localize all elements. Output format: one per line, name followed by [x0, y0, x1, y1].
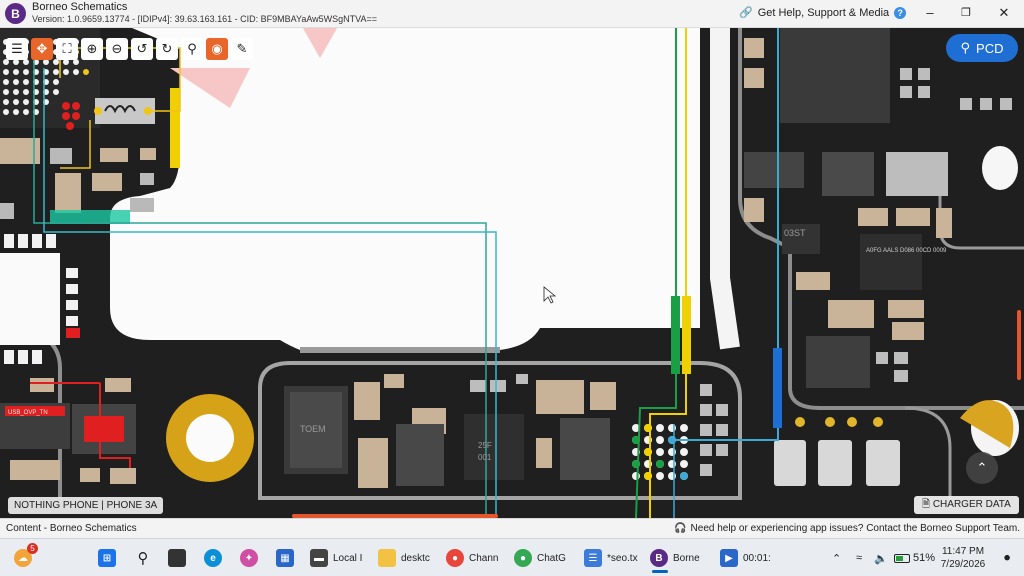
search-icon[interactable]: ⚲ [181, 38, 203, 60]
rotate-left-icon[interactable]: ↺ [131, 38, 153, 60]
taskbar-app-recorder[interactable]: ▶ 00:01: [720, 543, 776, 573]
taskbar-app-chrome-1[interactable]: ● Chann [446, 543, 502, 573]
taskbar-app-label: Chann [469, 552, 499, 564]
notification-badge: 5 [27, 543, 38, 554]
status-text: Content - Borneo Schematics [6, 523, 137, 534]
pcb-board-image: USB_OVP_TN 03ST ТОЕМ 25F 001 A0FG AALS D… [0, 28, 1024, 518]
chrome-icon: ● [446, 549, 464, 567]
scroll-to-top-button[interactable]: ⌃ [966, 452, 998, 484]
document-icon: 🗎 [922, 499, 931, 510]
help-link-label: Get Help, Support & Media [757, 6, 890, 19]
taskbar-app-label: Borne [673, 552, 700, 564]
taskbar-app-label: *seo.tx [607, 552, 638, 564]
taskbar-app-notepad[interactable]: ☰ *seo.tx [584, 543, 638, 573]
version-info: Version: 1.0.9659.13774 - [IDIPv4]: 39.6… [32, 14, 378, 24]
charger-data-button[interactable]: 🗎 CHARGER DATA [914, 496, 1019, 514]
windows-start-icon: ⊞ [98, 549, 116, 567]
search-icon: ⚲ [137, 550, 149, 567]
wifi-icon[interactable]: ≈ [856, 543, 862, 573]
windows-taskbar: ☁ 5 ⊞ ⚲ e ✦ ▦ ▬ Local I desktc ● Chann ●… [0, 538, 1024, 576]
copilot-icon: ✦ [240, 549, 258, 567]
usb-ovp-label: USB_OVP_TN [8, 410, 48, 416]
taskbar-app-label: 00:01: [743, 552, 771, 564]
support-message[interactable]: 🎧 Need help or experiencing app issues? … [674, 523, 1020, 534]
taskbar-app-borneo[interactable]: B Borne [650, 543, 704, 573]
vertical-scrollbar[interactable] [1017, 310, 1021, 380]
minimize-button[interactable]: – [920, 4, 940, 22]
pcd-button[interactable]: ⚲ PCD [946, 34, 1018, 62]
pen-icon[interactable]: ✎ [231, 38, 253, 60]
window-title: Borneo Schematics [32, 1, 128, 13]
notepad-icon: ☰ [584, 549, 602, 567]
video-icon: ▶ [720, 549, 738, 567]
support-message-text: Need help or experiencing app issues? Co… [690, 523, 1020, 534]
copilot-button[interactable]: ✦ [240, 543, 258, 573]
search-button[interactable]: ⚲ [134, 543, 152, 573]
view-toolbar: ☰ ✥ ⛶ ⊕ ⊖ ↺ ↻ ⚲ ◉ ✎ [6, 38, 253, 60]
clock-date: 7/29/2026 [940, 559, 986, 570]
task-view-button[interactable] [168, 543, 186, 573]
start-button[interactable]: ⊞ [98, 543, 116, 573]
help-question-icon: ? [894, 6, 907, 19]
headset-icon: 🎧 [674, 523, 687, 534]
system-clock[interactable]: 11:47 PM 7/29/2026 [928, 545, 998, 571]
maximize-button[interactable]: ❐ [956, 4, 976, 22]
close-button[interactable]: ✕ [994, 4, 1014, 22]
crosshair-icon[interactable]: ✥ [31, 38, 53, 60]
borneo-icon: B [650, 549, 668, 567]
store-icon: ▦ [276, 549, 294, 567]
zoom-in-icon[interactable]: ⊕ [81, 38, 103, 60]
mouse-mode-icon[interactable]: ◉ [206, 38, 228, 60]
title-bar: B Borneo Schematics Version: 1.0.9659.13… [0, 0, 1024, 28]
device-model-label: NOTHING PHONE | PHONE 3A [8, 497, 164, 514]
chip-marking-001: 001 [478, 453, 492, 462]
charger-data-label: CHARGER DATA [932, 499, 1011, 510]
search-icon: ⚲ [960, 40, 971, 55]
rotate-right-icon[interactable]: ↻ [156, 38, 178, 60]
board-viewer-canvas[interactable]: USB_OVP_TN 03ST ТОЕМ 25F 001 A0FG AALS D… [0, 28, 1024, 518]
pcd-button-label: PCD [976, 40, 1004, 56]
terminal-icon: ▬ [310, 549, 328, 567]
link-icon: 🔗 [739, 7, 753, 19]
store-button[interactable]: ▦ [276, 543, 294, 573]
folder-icon [378, 549, 396, 567]
chevron-up-icon: ⌃ [976, 460, 988, 475]
taskbar-app-local[interactable]: ▬ Local I [310, 543, 366, 573]
zoom-out-icon[interactable]: ⊖ [106, 38, 128, 60]
chip-marking-toem: ТОЕМ [300, 424, 326, 434]
task-view-icon [168, 549, 186, 567]
chip-marking-25f: 25F [478, 441, 492, 450]
taskbar-app-chrome-2[interactable]: ● ChatG [514, 543, 570, 573]
show-hidden-icons-button[interactable]: ⌃ [832, 543, 841, 573]
notification-bell-icon[interactable]: ⚫ [1002, 543, 1012, 573]
taskbar-app-label: ChatG [537, 552, 566, 564]
speaker-icon[interactable]: 🔈 [874, 543, 888, 573]
chrome-icon: ● [514, 549, 532, 567]
taskbar-app-label: desktc [401, 552, 430, 564]
help-support-link[interactable]: 🔗 Get Help, Support & Media ? [739, 6, 907, 19]
battery-icon [894, 553, 910, 563]
edge-button[interactable]: e [204, 543, 222, 573]
status-bar: Content - Borneo Schematics 🎧 Need help … [0, 518, 1024, 538]
app-window: B Borneo Schematics Version: 1.0.9659.13… [0, 0, 1024, 576]
clock-time: 11:47 PM [941, 546, 985, 557]
edge-icon: e [204, 549, 222, 567]
fit-screen-icon[interactable]: ⛶ [56, 38, 78, 60]
borneo-logo-icon: B [5, 3, 26, 24]
taskbar-app-desktop[interactable]: desktc [378, 543, 434, 573]
taskbar-app-label: Local I [333, 552, 363, 564]
list-icon[interactable]: ☰ [6, 38, 28, 60]
chip-marking-a0fg: A0FG AALS D086 00CD 0009 [866, 248, 947, 254]
chip-marking-03st: 03ST [784, 228, 806, 238]
